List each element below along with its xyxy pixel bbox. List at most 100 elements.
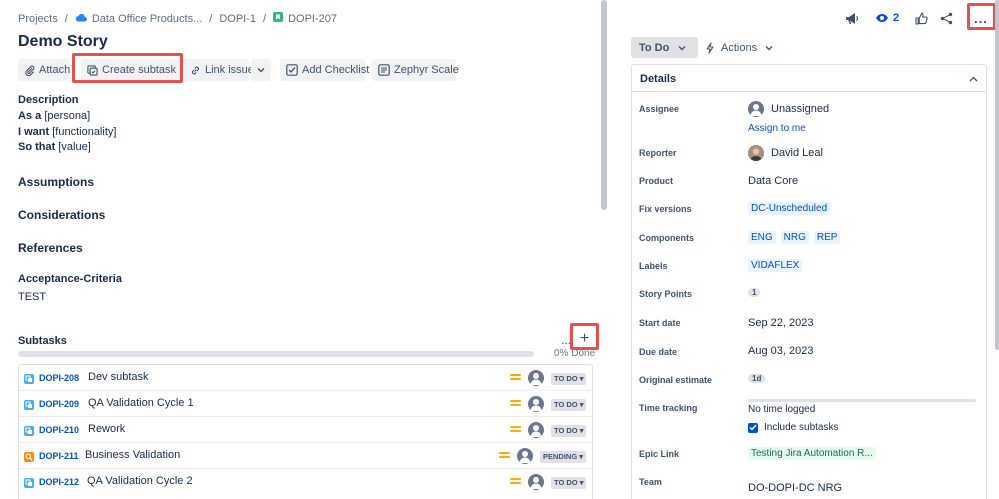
description-line[interactable]: I want [functionality] bbox=[18, 126, 116, 138]
subtask-type-icon bbox=[24, 425, 34, 439]
subtask-summary[interactable]: Business Validation bbox=[85, 449, 180, 461]
main-panel-scrollbar[interactable] bbox=[601, 0, 607, 210]
watch-button[interactable]: 2 bbox=[869, 8, 905, 28]
add-subtask-button[interactable]: + bbox=[575, 329, 594, 348]
subtask-list: DOPI-208 Dev subtask TO DO ▾ DOPI-209 QA… bbox=[18, 364, 593, 499]
reporter-avatar bbox=[748, 145, 764, 161]
component-lozenge[interactable]: ENG bbox=[748, 231, 776, 244]
link-issue-button[interactable]: Link issue bbox=[184, 59, 254, 81]
references-heading[interactable]: References bbox=[18, 241, 83, 255]
eye-icon bbox=[875, 13, 889, 23]
subtask-status[interactable]: TO DO ▾ bbox=[551, 477, 587, 489]
chevron-down-icon bbox=[765, 45, 773, 51]
due-date-label: Due date bbox=[639, 347, 678, 357]
labels-field[interactable]: VIDAFLEX bbox=[748, 259, 807, 272]
fix-version-lozenge[interactable]: DC-Unscheduled bbox=[748, 202, 831, 215]
considerations-heading[interactable]: Considerations bbox=[18, 208, 105, 222]
create-subtask-button[interactable]: Create subtask bbox=[81, 59, 180, 81]
subtask-row[interactable]: DOPI-210 Rework TO DO ▾ bbox=[19, 417, 592, 443]
watchers-count: 2 bbox=[892, 12, 900, 24]
subtask-summary[interactable]: Dev subtask bbox=[88, 371, 149, 383]
assignee-field[interactable]: Unassigned bbox=[748, 101, 829, 117]
breadcrumb-projects[interactable]: Projects bbox=[18, 13, 58, 25]
subtasks-more-button[interactable]: ... bbox=[561, 333, 571, 347]
add-checklist-button[interactable]: Add Checklist bbox=[280, 59, 369, 81]
story-points-field[interactable]: 1 bbox=[748, 288, 761, 297]
time-tracking-value[interactable]: No time logged bbox=[748, 404, 815, 415]
description-line[interactable]: As a [persona] bbox=[18, 110, 90, 122]
epic-link-field[interactable]: Testing Jira Automation R... bbox=[748, 447, 876, 460]
subtask-row[interactable]: DOPI-212 QA Validation Cycle 2 TO DO ▾ bbox=[19, 469, 592, 495]
subtask-status[interactable]: TO DO ▾ bbox=[551, 373, 587, 385]
unassigned-avatar-icon bbox=[528, 370, 544, 386]
more-actions-dropdown[interactable] bbox=[251, 59, 271, 81]
component-lozenge[interactable]: NRG bbox=[780, 231, 809, 244]
acceptance-criteria-heading: Acceptance-Criteria bbox=[18, 273, 122, 285]
include-subtasks-checkbox[interactable]: Include subtasks bbox=[748, 422, 839, 433]
thumbs-up-icon[interactable] bbox=[912, 8, 930, 28]
feedback-megaphone-icon[interactable] bbox=[843, 8, 861, 28]
lightning-icon bbox=[705, 41, 715, 54]
subtask-key[interactable]: DOPI-212 bbox=[39, 477, 79, 487]
subtask-summary[interactable]: QA Validation Cycle 2 bbox=[87, 475, 193, 487]
subtask-status-label: PENDING bbox=[543, 452, 578, 461]
story-points-label: Story Points bbox=[639, 289, 693, 299]
product-value[interactable]: Data Core bbox=[748, 175, 798, 187]
subtask-key[interactable]: DOPI-209 bbox=[39, 399, 79, 409]
start-date-value[interactable]: Sep 22, 2023 bbox=[748, 317, 813, 329]
reporter-value: David Leal bbox=[771, 147, 823, 159]
assumptions-heading[interactable]: Assumptions bbox=[18, 175, 94, 189]
details-header[interactable]: Details bbox=[632, 65, 986, 92]
zephyr-scale-button[interactable]: Zephyr Scale bbox=[372, 59, 459, 81]
assign-to-me-link[interactable]: Assign to me bbox=[748, 123, 806, 134]
due-date-value[interactable]: Aug 03, 2023 bbox=[748, 345, 813, 357]
time-tracking-label: Time tracking bbox=[639, 403, 698, 413]
component-lozenge[interactable]: REP bbox=[813, 231, 841, 244]
subtask-status[interactable]: TO DO ▾ bbox=[551, 425, 587, 437]
link-issue-label: Link issue bbox=[205, 64, 254, 76]
checkbox-icon bbox=[286, 64, 298, 76]
side-panel-scrollbar[interactable] bbox=[995, 0, 999, 350]
subtasks-heading: Subtasks bbox=[18, 335, 67, 347]
time-tracking-bar bbox=[748, 399, 976, 402]
subtask-row[interactable]: DOPI-209 QA Validation Cycle 1 TO DO ▾ bbox=[19, 391, 592, 417]
subtask-key[interactable]: DOPI-211 bbox=[39, 451, 79, 461]
breadcrumb: Projects / Data Office Products... / DOP… bbox=[18, 12, 337, 25]
reporter-field[interactable]: David Leal bbox=[748, 145, 823, 161]
issue-title[interactable]: Demo Story bbox=[18, 33, 108, 51]
attach-button[interactable]: Attach bbox=[18, 59, 70, 81]
subtask-row[interactable]: DOPI-211 Business Validation PENDING ▾ bbox=[19, 443, 592, 469]
subtask-key[interactable]: DOPI-208 bbox=[39, 373, 79, 383]
fix-versions-field[interactable]: DC-Unscheduled bbox=[748, 202, 835, 215]
description-line[interactable]: So that [value] bbox=[18, 141, 91, 153]
breadcrumb-parent[interactable]: DOPI-1 bbox=[219, 13, 256, 25]
business-validation-type-icon bbox=[24, 451, 34, 465]
original-estimate-field[interactable]: 1d bbox=[748, 374, 766, 383]
breadcrumb-project[interactable]: Data Office Products... bbox=[92, 13, 202, 25]
chevron-down-icon bbox=[257, 64, 265, 76]
unassigned-avatar-icon bbox=[528, 396, 544, 412]
assignee-label: Assignee bbox=[639, 104, 680, 114]
subtask-row[interactable]: DOPI-208 Dev subtask TO DO ▾ bbox=[19, 365, 592, 391]
attach-label: Attach bbox=[39, 64, 71, 76]
priority-medium-icon bbox=[510, 400, 521, 408]
label-lozenge[interactable]: VIDAFLEX bbox=[748, 259, 803, 272]
more-options-button[interactable]: ... bbox=[970, 8, 992, 28]
components-field[interactable]: ENG NRG REP bbox=[748, 231, 845, 244]
epic-link-lozenge[interactable]: Testing Jira Automation R... bbox=[748, 447, 876, 460]
chevron-up-icon[interactable] bbox=[969, 72, 978, 86]
subtask-status[interactable]: TO DO ▾ bbox=[551, 399, 587, 411]
breadcrumb-issue[interactable]: DOPI-207 bbox=[288, 13, 337, 25]
actions-button[interactable]: Actions bbox=[701, 37, 773, 58]
status-transition-button[interactable]: To Do bbox=[631, 37, 698, 58]
share-icon[interactable] bbox=[937, 8, 955, 28]
team-value[interactable]: DO-DOPI-DC NRG bbox=[748, 482, 842, 494]
issue-header-actions: 2 ... bbox=[839, 8, 999, 28]
subtask-summary[interactable]: Rework bbox=[88, 423, 125, 435]
subtask-status[interactable]: PENDING ▾ bbox=[540, 451, 587, 463]
acceptance-criteria-value[interactable]: TEST bbox=[18, 291, 46, 303]
status-label: To Do bbox=[639, 41, 670, 54]
subtask-key[interactable]: DOPI-210 bbox=[39, 425, 79, 435]
subtask-summary[interactable]: QA Validation Cycle 1 bbox=[88, 397, 194, 409]
chevron-down-icon bbox=[678, 45, 686, 51]
